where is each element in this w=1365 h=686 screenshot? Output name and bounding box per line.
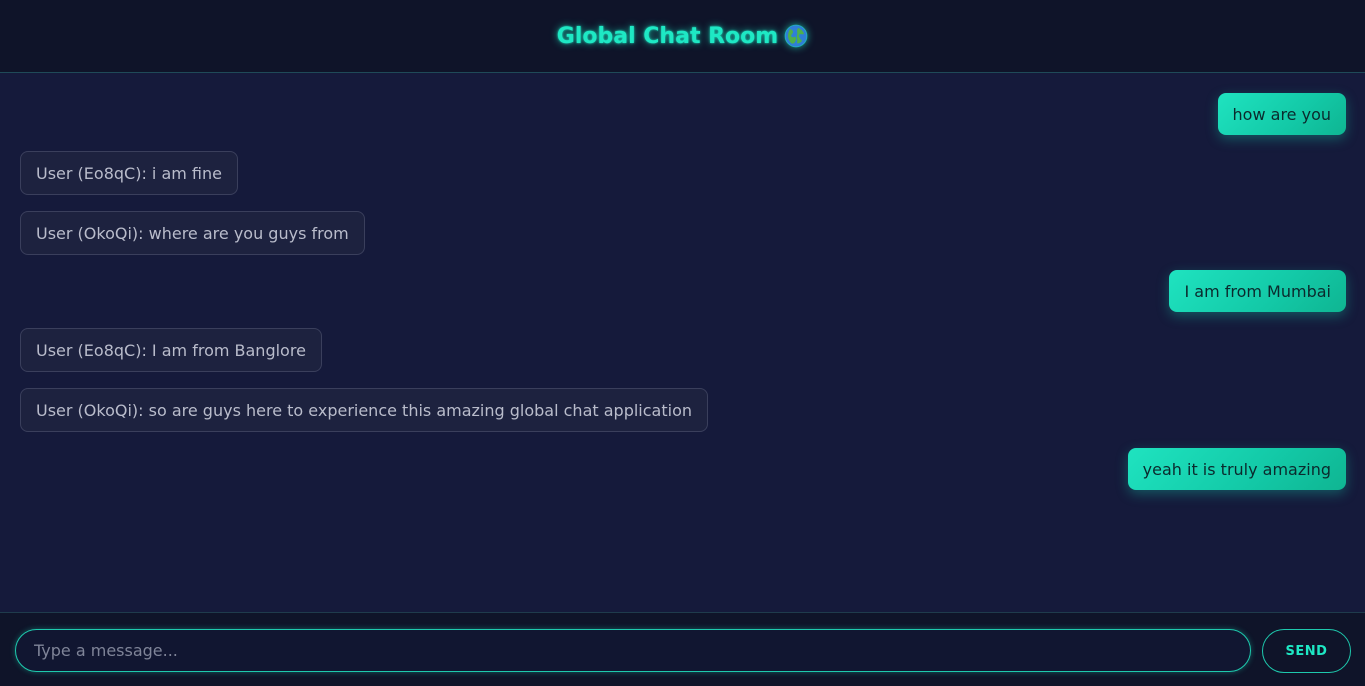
message-list: how are you User (Eo8qC): i am fine User… — [0, 73, 1365, 611]
page-title-text: Global Chat Room — [556, 23, 779, 49]
page-title: Global Chat Room — [557, 24, 808, 49]
message-bubble-received: User (OkoQi): so are guys here to experi… — [20, 388, 708, 432]
message-bubble-sent: yeah it is truly amazing — [1127, 448, 1346, 490]
message-bubble-sent: I am from Mumbai — [1169, 270, 1346, 312]
globe-icon — [784, 24, 808, 48]
message-bubble-sent: how are you — [1217, 93, 1346, 135]
message-text: yeah it is truly amazing — [1142, 459, 1331, 479]
message-bubble-received: User (Eo8qC): I am from Banglore — [20, 328, 322, 372]
message-input[interactable] — [15, 629, 1251, 672]
message-text: User (Eo8qC): I am from Banglore — [36, 340, 306, 360]
message-text: how are you — [1232, 104, 1331, 124]
send-button[interactable]: SEND — [1262, 629, 1351, 673]
message-bubble-received: User (Eo8qC): i am fine — [20, 151, 238, 195]
chat-app: Global Chat Room how are you User (Eo8qC… — [0, 0, 1365, 686]
composer: SEND — [0, 612, 1365, 686]
message-text: User (OkoQi): so are guys here to experi… — [36, 400, 692, 420]
message-text: User (Eo8qC): i am fine — [36, 163, 222, 183]
header: Global Chat Room — [0, 0, 1365, 73]
message-text: I am from Mumbai — [1184, 281, 1331, 301]
message-text: User (OkoQi): where are you guys from — [36, 223, 349, 243]
message-bubble-received: User (OkoQi): where are you guys from — [20, 211, 365, 255]
